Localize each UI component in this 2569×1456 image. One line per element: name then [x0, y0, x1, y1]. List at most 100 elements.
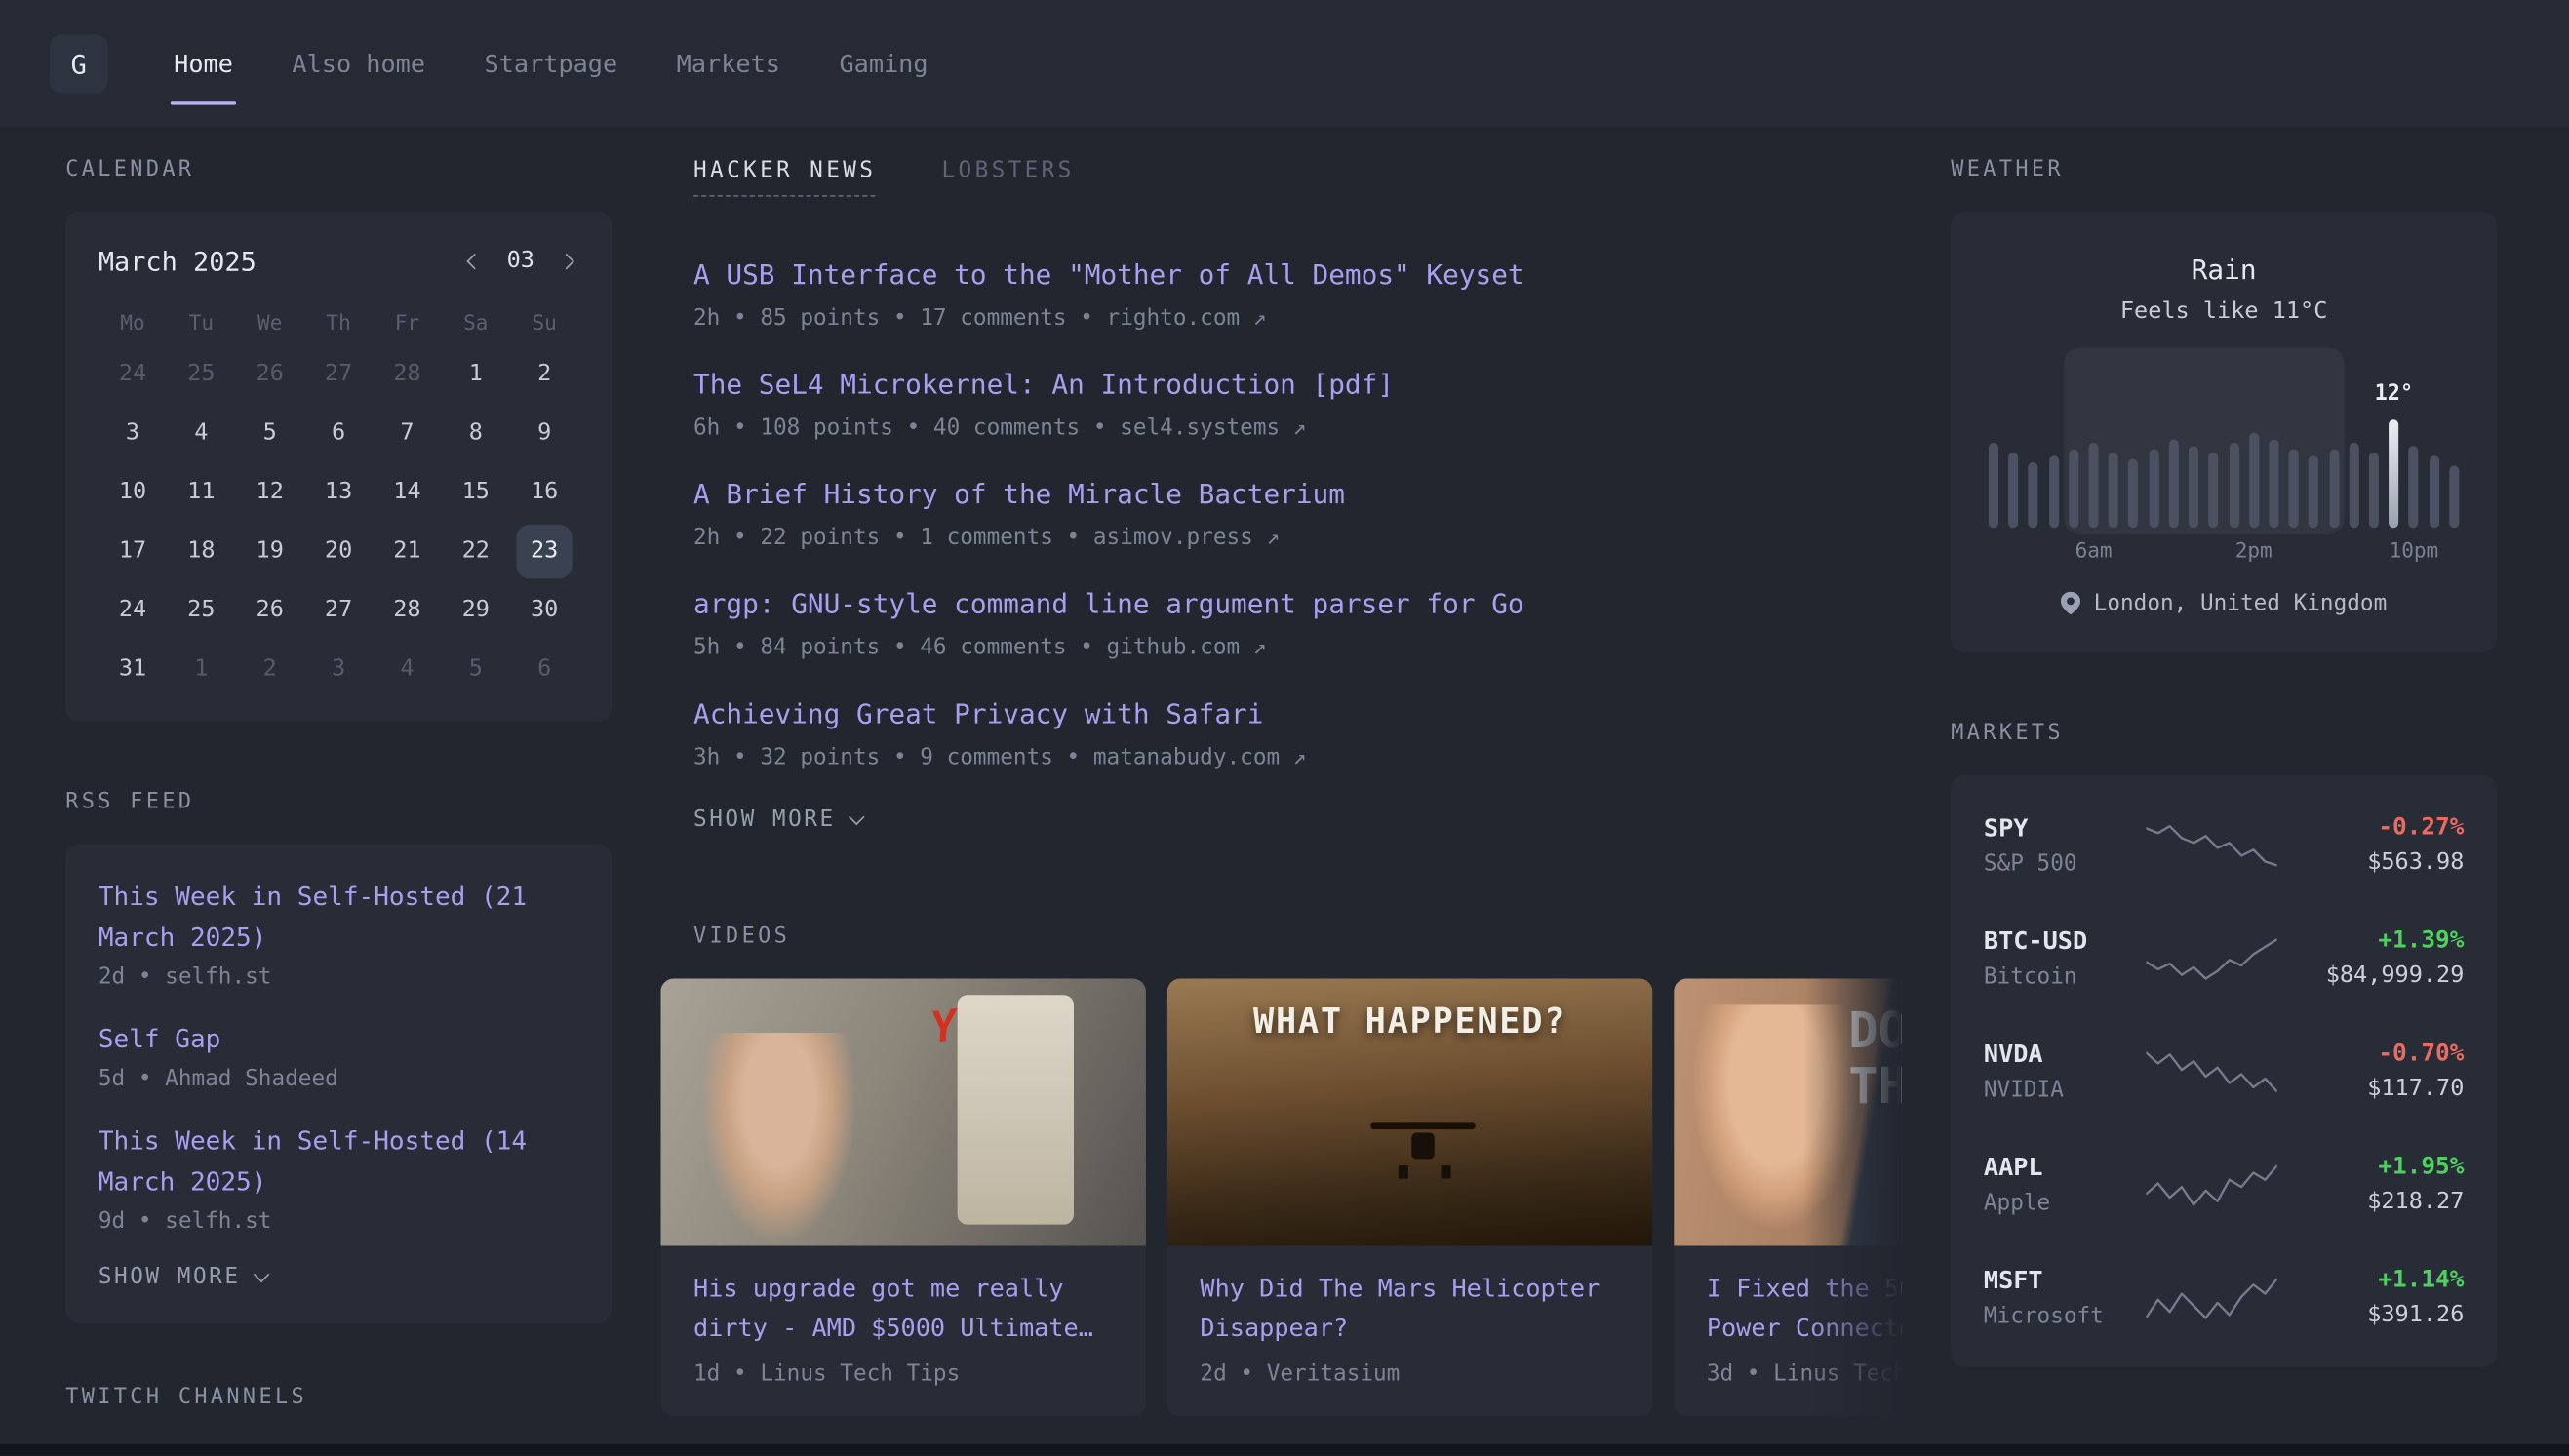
calendar-day: 1 [448, 347, 503, 401]
news-tab-hacker-news[interactable]: HACKER NEWS [693, 157, 876, 196]
weather-hour-bar [2249, 433, 2259, 528]
market-row-msft[interactable]: MSFTMicrosoft+1.14%$391.26 [1984, 1240, 2465, 1354]
weather-hour-bar [2089, 443, 2099, 528]
videos-heading: VIDEOS [693, 925, 1869, 949]
news-tab-lobsters[interactable]: LOBSTERS [942, 157, 1075, 195]
weather-hour-bar [2229, 443, 2238, 528]
rss-item-link[interactable]: Self Gap [99, 1020, 579, 1061]
market-price: $563.98 [2280, 849, 2464, 876]
market-change: +1.14% [2280, 1267, 2464, 1293]
news-item-meta: 5h • 84 points • 46 comments • github.co… [693, 635, 1869, 661]
news-item-link[interactable]: The SeL4 Microkernel: An Introduction [p… [693, 366, 1869, 405]
top-nav: G Home Also home Startpage Markets Gaming [0, 0, 2569, 128]
market-ticker: BTC-USD [1984, 926, 2141, 956]
bottom-edge [0, 1444, 2569, 1456]
weather-hour-bar [2008, 453, 2018, 528]
market-ticker: SPY [1984, 813, 2141, 843]
market-price: $218.27 [2280, 1189, 2464, 1215]
market-price: $84,999.29 [2280, 963, 2464, 989]
calendar-day: 28 [379, 583, 435, 637]
weather-heading: WEATHER [1951, 157, 2497, 181]
news-item-link[interactable]: A USB Interface to the "Mother of All De… [693, 256, 1869, 295]
app-logo: G [49, 34, 108, 94]
current-temp-label: 12° [2375, 382, 2413, 407]
weather-location: London, United Kingdom [2094, 590, 2388, 616]
market-row-btc-usd[interactable]: BTC-USDBitcoin+1.39%$84,999.29 [1984, 901, 2465, 1014]
video-card-body: Why Did The Mars Helicopter Disappear? 2d… [1167, 1245, 1653, 1416]
market-sparkline [2141, 933, 2280, 982]
rss-show-more-button[interactable]: SHOW MORE [99, 1264, 267, 1290]
video-title-link[interactable]: Why Did The Mars Helicopter Disappear? [1200, 1269, 1619, 1348]
weather-hour-bar [2069, 450, 2078, 529]
weather-hour-bar [2409, 446, 2419, 528]
sparkline-chart [2145, 1046, 2275, 1095]
market-sparkline [2141, 820, 2280, 869]
time-axis-label: 6am [2075, 537, 2113, 562]
market-identity: BTC-USD Bitcoin [1984, 926, 2141, 991]
calendar-day: 19 [242, 524, 297, 577]
news-item-link[interactable]: A Brief History of the Miracle Bacterium [693, 475, 1869, 514]
videos-row: YUCKHis upgrade got me really dirty - AM… [660, 978, 1901, 1416]
calendar-day: 15 [448, 465, 503, 519]
sparkline-chart [2145, 820, 2275, 869]
weather-widget: Rain Feels like 11°C 12° 6am2pm10pm Lond… [1951, 212, 2497, 652]
news-show-more-button[interactable]: SHOW MORE [693, 807, 862, 833]
weather-hour-bar [2048, 455, 2058, 528]
calendar-nav: 03 [462, 248, 578, 274]
market-row-nvda[interactable]: NVDANVIDIA-0.70%$117.70 [1984, 1014, 2465, 1127]
nav-tab-also-home[interactable]: Also home [289, 39, 428, 88]
rss-item-link[interactable]: This Week in Self-Hosted (21 March 2025) [99, 877, 579, 959]
rss-item-meta: 2d • selfh.st [99, 964, 579, 990]
video-title-link[interactable]: His upgrade got me really dirty - AMD $5… [693, 1269, 1113, 1348]
market-row-aapl[interactable]: AAPLApple+1.95%$218.27 [1984, 1127, 2465, 1240]
weather-hour-bar [1989, 443, 1998, 528]
nav-tab-gaming[interactable]: Gaming [836, 39, 931, 88]
nav-tab-startpage[interactable]: Startpage [481, 39, 620, 88]
markets-widget: SPYS&P 500-0.27%$563.98BTC-USDBitcoin+1.… [1951, 775, 2497, 1367]
video-card[interactable]: YUCKHis upgrade got me really dirty - AM… [660, 978, 1146, 1416]
market-price: $117.70 [2280, 1076, 2464, 1102]
right-column: WEATHER Rain Feels like 11°C 12° 6am2pm1… [1951, 157, 2497, 1416]
market-sparkline [2141, 1046, 2280, 1095]
video-card[interactable]: WHAT HAPPENED?Why Did The Mars Helicopte… [1167, 978, 1653, 1416]
rss-feed-list: This Week in Self-Hosted (21 March 2025)… [99, 877, 579, 1234]
market-sparkline [2141, 1273, 2280, 1321]
twitch-channels-heading: TWITCH CHANNELS [65, 1385, 612, 1409]
news-item: A USB Interface to the "Mother of All De… [693, 256, 1869, 331]
calendar-next-button[interactable] [554, 249, 578, 273]
news-item-link[interactable]: argp: GNU-style command line argument pa… [693, 585, 1869, 624]
news-item: The SeL4 Microkernel: An Introduction [p… [693, 366, 1869, 441]
market-name: S&P 500 [1984, 850, 2141, 877]
calendar-heading: CALENDAR [65, 157, 612, 181]
chevron-down-icon [848, 809, 864, 826]
market-ticker: NVDA [1984, 1040, 2141, 1069]
video-meta: 2d • Veritasium [1200, 1360, 1619, 1387]
calendar-day: 24 [104, 347, 160, 401]
market-name: Bitcoin [1984, 964, 2141, 990]
sparkline-chart [2145, 1160, 2275, 1208]
market-identity: SPY S&P 500 [1984, 813, 2141, 878]
calendar-prev-button[interactable] [462, 249, 487, 273]
calendar-day: 2 [517, 347, 573, 401]
nav-tab-home[interactable]: Home [171, 39, 236, 88]
videos-carousel[interactable]: YUCKHis upgrade got me really dirty - AM… [660, 978, 1901, 1416]
video-meta: 1d • Linus Tech Tips [693, 1360, 1113, 1387]
calendar-day: 22 [448, 524, 503, 577]
weather-location-row: London, United Kingdom [1984, 590, 2465, 616]
calendar-day: 18 [174, 524, 229, 577]
calendar-day: 31 [104, 642, 160, 695]
calendar-widget: March 2025 03 MoTuWeThFrSaSu 24252627281… [65, 212, 612, 722]
market-row-spy[interactable]: SPYS&P 500-0.27%$563.98 [1984, 789, 2465, 902]
news-item-link[interactable]: Achieving Great Privacy with Safari [693, 695, 1869, 734]
rss-item: Self Gap5d • Ahmad Shadeed [99, 1020, 579, 1092]
calendar-month-title: March 2025 [99, 245, 257, 276]
rss-feed-heading: RSS FEED [65, 790, 612, 814]
video-thumbnail: WHAT HAPPENED? [1167, 978, 1653, 1245]
rss-show-more-label: SHOW MORE [99, 1264, 241, 1290]
weather-hour-bar [2329, 450, 2339, 529]
calendar-weekday: Fr [373, 303, 441, 341]
nav-tab-markets[interactable]: Markets [673, 39, 783, 88]
rss-item-link[interactable]: This Week in Self-Hosted (14 March 2025) [99, 1122, 579, 1203]
calendar-day: 12 [242, 465, 297, 519]
news-item-meta: 6h • 108 points • 40 comments • sel4.sys… [693, 414, 1869, 441]
